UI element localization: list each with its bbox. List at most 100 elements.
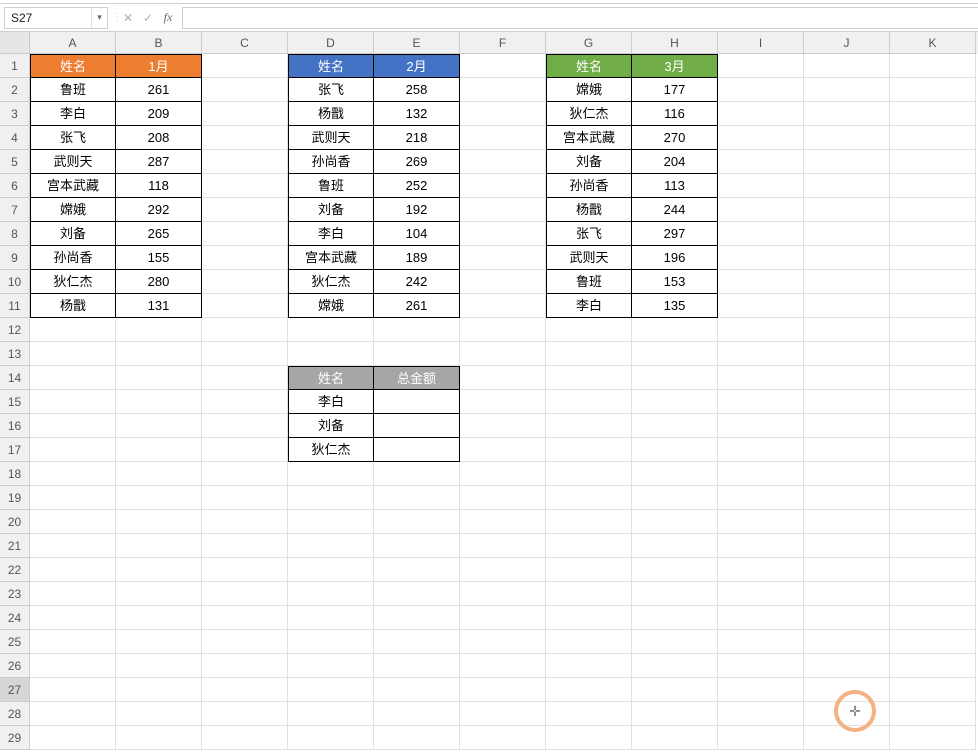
cell-J2[interactable]	[804, 78, 890, 102]
fx-icon[interactable]: fx	[158, 7, 178, 29]
cell-I12[interactable]	[718, 318, 804, 342]
cell-E2[interactable]: 258	[374, 78, 460, 102]
cell-E14[interactable]: 总金额	[374, 366, 460, 390]
cell-C28[interactable]	[202, 702, 288, 726]
cell-J26[interactable]	[804, 654, 890, 678]
row-head-29[interactable]: 29	[0, 726, 30, 750]
cell-F14[interactable]	[460, 366, 546, 390]
cell-B4[interactable]: 208	[116, 126, 202, 150]
cell-A4[interactable]: 张飞	[30, 126, 116, 150]
cell-K21[interactable]	[890, 534, 976, 558]
row-head-27[interactable]: 27	[0, 678, 30, 702]
cell-D6[interactable]: 鲁班	[288, 174, 374, 198]
cell-K20[interactable]	[890, 510, 976, 534]
cell-E18[interactable]	[374, 462, 460, 486]
cell-J22[interactable]	[804, 558, 890, 582]
cell-F15[interactable]	[460, 390, 546, 414]
name-box-dropdown-icon[interactable]: ▾	[91, 8, 107, 28]
cell-I10[interactable]	[718, 270, 804, 294]
cell-E25[interactable]	[374, 630, 460, 654]
col-head-B[interactable]: B	[116, 32, 202, 54]
cell-E8[interactable]: 104	[374, 222, 460, 246]
cell-H5[interactable]: 204	[632, 150, 718, 174]
cell-H21[interactable]	[632, 534, 718, 558]
cell-J14[interactable]	[804, 366, 890, 390]
cell-I8[interactable]	[718, 222, 804, 246]
cell-F29[interactable]	[460, 726, 546, 750]
cell-D1[interactable]: 姓名	[288, 54, 374, 78]
cell-K17[interactable]	[890, 438, 976, 462]
cell-E13[interactable]	[374, 342, 460, 366]
col-head-H[interactable]: H	[632, 32, 718, 54]
cell-J24[interactable]	[804, 606, 890, 630]
cell-K13[interactable]	[890, 342, 976, 366]
cell-I27[interactable]	[718, 678, 804, 702]
cell-D9[interactable]: 宫本武藏	[288, 246, 374, 270]
cell-A23[interactable]	[30, 582, 116, 606]
cell-K5[interactable]	[890, 150, 976, 174]
cell-J4[interactable]	[804, 126, 890, 150]
cell-B27[interactable]	[116, 678, 202, 702]
cell-I29[interactable]	[718, 726, 804, 750]
cell-B20[interactable]	[116, 510, 202, 534]
cell-K2[interactable]	[890, 78, 976, 102]
row-head-13[interactable]: 13	[0, 342, 30, 366]
select-all-corner[interactable]	[0, 32, 30, 54]
cell-I19[interactable]	[718, 486, 804, 510]
cell-H1[interactable]: 3月	[632, 54, 718, 78]
cell-E26[interactable]	[374, 654, 460, 678]
cell-K24[interactable]	[890, 606, 976, 630]
col-head-I[interactable]: I	[718, 32, 804, 54]
cell-H24[interactable]	[632, 606, 718, 630]
cell-G16[interactable]	[546, 414, 632, 438]
cell-K10[interactable]	[890, 270, 976, 294]
row-head-8[interactable]: 8	[0, 222, 30, 246]
row-head-23[interactable]: 23	[0, 582, 30, 606]
cell-G26[interactable]	[546, 654, 632, 678]
cell-F27[interactable]	[460, 678, 546, 702]
cell-K18[interactable]	[890, 462, 976, 486]
cell-A1[interactable]: 姓名	[30, 54, 116, 78]
cell-B13[interactable]	[116, 342, 202, 366]
cell-B28[interactable]	[116, 702, 202, 726]
cell-C21[interactable]	[202, 534, 288, 558]
cell-F25[interactable]	[460, 630, 546, 654]
cell-A13[interactable]	[30, 342, 116, 366]
cell-J16[interactable]	[804, 414, 890, 438]
cell-J8[interactable]	[804, 222, 890, 246]
cell-K11[interactable]	[890, 294, 976, 318]
cell-A12[interactable]	[30, 318, 116, 342]
cell-E12[interactable]	[374, 318, 460, 342]
cell-B12[interactable]	[116, 318, 202, 342]
cell-E21[interactable]	[374, 534, 460, 558]
cell-I28[interactable]	[718, 702, 804, 726]
cell-G12[interactable]	[546, 318, 632, 342]
cell-J13[interactable]	[804, 342, 890, 366]
cell-I22[interactable]	[718, 558, 804, 582]
col-head-D[interactable]: D	[288, 32, 374, 54]
cell-I26[interactable]	[718, 654, 804, 678]
cell-J19[interactable]	[804, 486, 890, 510]
cell-A15[interactable]	[30, 390, 116, 414]
cell-J10[interactable]	[804, 270, 890, 294]
cell-G6[interactable]: 孙尚香	[546, 174, 632, 198]
cell-F28[interactable]	[460, 702, 546, 726]
cell-J11[interactable]	[804, 294, 890, 318]
cell-B25[interactable]	[116, 630, 202, 654]
cell-E20[interactable]	[374, 510, 460, 534]
cell-B7[interactable]: 292	[116, 198, 202, 222]
row-head-28[interactable]: 28	[0, 702, 30, 726]
cell-B29[interactable]	[116, 726, 202, 750]
cell-I5[interactable]	[718, 150, 804, 174]
cell-J23[interactable]	[804, 582, 890, 606]
cell-B21[interactable]	[116, 534, 202, 558]
cell-G14[interactable]	[546, 366, 632, 390]
cell-K23[interactable]	[890, 582, 976, 606]
row-head-24[interactable]: 24	[0, 606, 30, 630]
cell-E22[interactable]	[374, 558, 460, 582]
cell-D19[interactable]	[288, 486, 374, 510]
cell-J7[interactable]	[804, 198, 890, 222]
cell-C27[interactable]	[202, 678, 288, 702]
cell-I9[interactable]	[718, 246, 804, 270]
cell-F20[interactable]	[460, 510, 546, 534]
